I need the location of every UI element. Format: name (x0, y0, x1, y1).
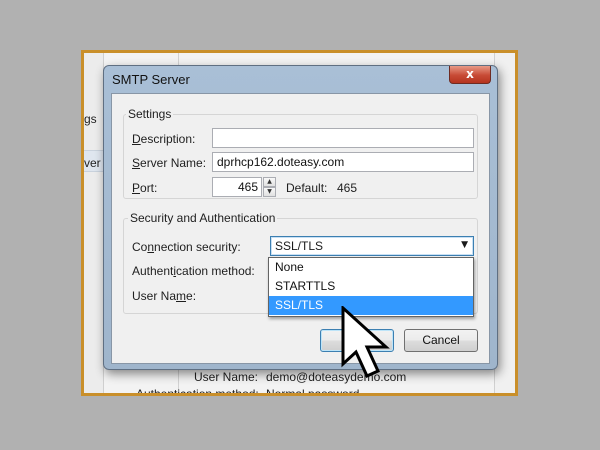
server-name-input[interactable]: dprhcp162.doteasy.com (212, 152, 474, 172)
description-input[interactable] (212, 128, 474, 148)
parent-row-label: User Name: (193, 370, 258, 384)
chevron-down-icon[interactable]: ▼ (461, 240, 468, 250)
connection-security-label: Connection security: (132, 240, 241, 254)
parent-row-label: Authentication method: (136, 387, 259, 396)
port-input[interactable]: 465 (212, 177, 262, 197)
spin-down-icon[interactable]: ▼ (263, 187, 276, 197)
dialog-body: Settings Description: Server Name: dprhc… (111, 93, 490, 364)
parent-row-value: Normal password (266, 387, 360, 396)
smtp-server-dialog: SMTP Server x Settings Description: Serv… (103, 65, 498, 370)
dropdown-option-starttls[interactable]: STARTTLS (269, 277, 473, 296)
connection-security-select[interactable]: SSL/TLS ▼ (270, 236, 474, 256)
port-default-label: Default: (286, 181, 328, 195)
port-label: Port: (132, 181, 158, 195)
server-name-label: Server Name: (132, 156, 207, 170)
user-name-label: User Name: (132, 289, 197, 303)
port-stepper[interactable]: ▲ ▼ (263, 177, 276, 197)
spin-up-icon[interactable]: ▲ (263, 177, 276, 187)
connection-security-value: SSL/TLS (275, 239, 324, 253)
port-default-value: 465 (337, 181, 358, 195)
close-icon: x (466, 67, 474, 81)
cancel-button[interactable]: Cancel (404, 329, 478, 352)
description-label: Description: (132, 132, 196, 146)
close-button[interactable]: x (449, 66, 491, 84)
pointer-arrow-icon (341, 306, 390, 378)
parent-row-auth-method: Authentication method: Normal password (136, 387, 360, 396)
settings-legend: Settings (126, 107, 174, 121)
parent-window-sidebar (84, 53, 104, 393)
parent-sidebar-fragment: ver (84, 156, 101, 170)
dialog-title: SMTP Server (112, 72, 190, 87)
dialog-titlebar[interactable]: SMTP Server x (104, 66, 497, 92)
auth-method-label: Authentication method: (132, 264, 255, 278)
dropdown-option-none[interactable]: None (269, 258, 473, 277)
security-legend: Security and Authentication (128, 211, 278, 225)
parent-sidebar-fragment: gs (84, 112, 97, 126)
